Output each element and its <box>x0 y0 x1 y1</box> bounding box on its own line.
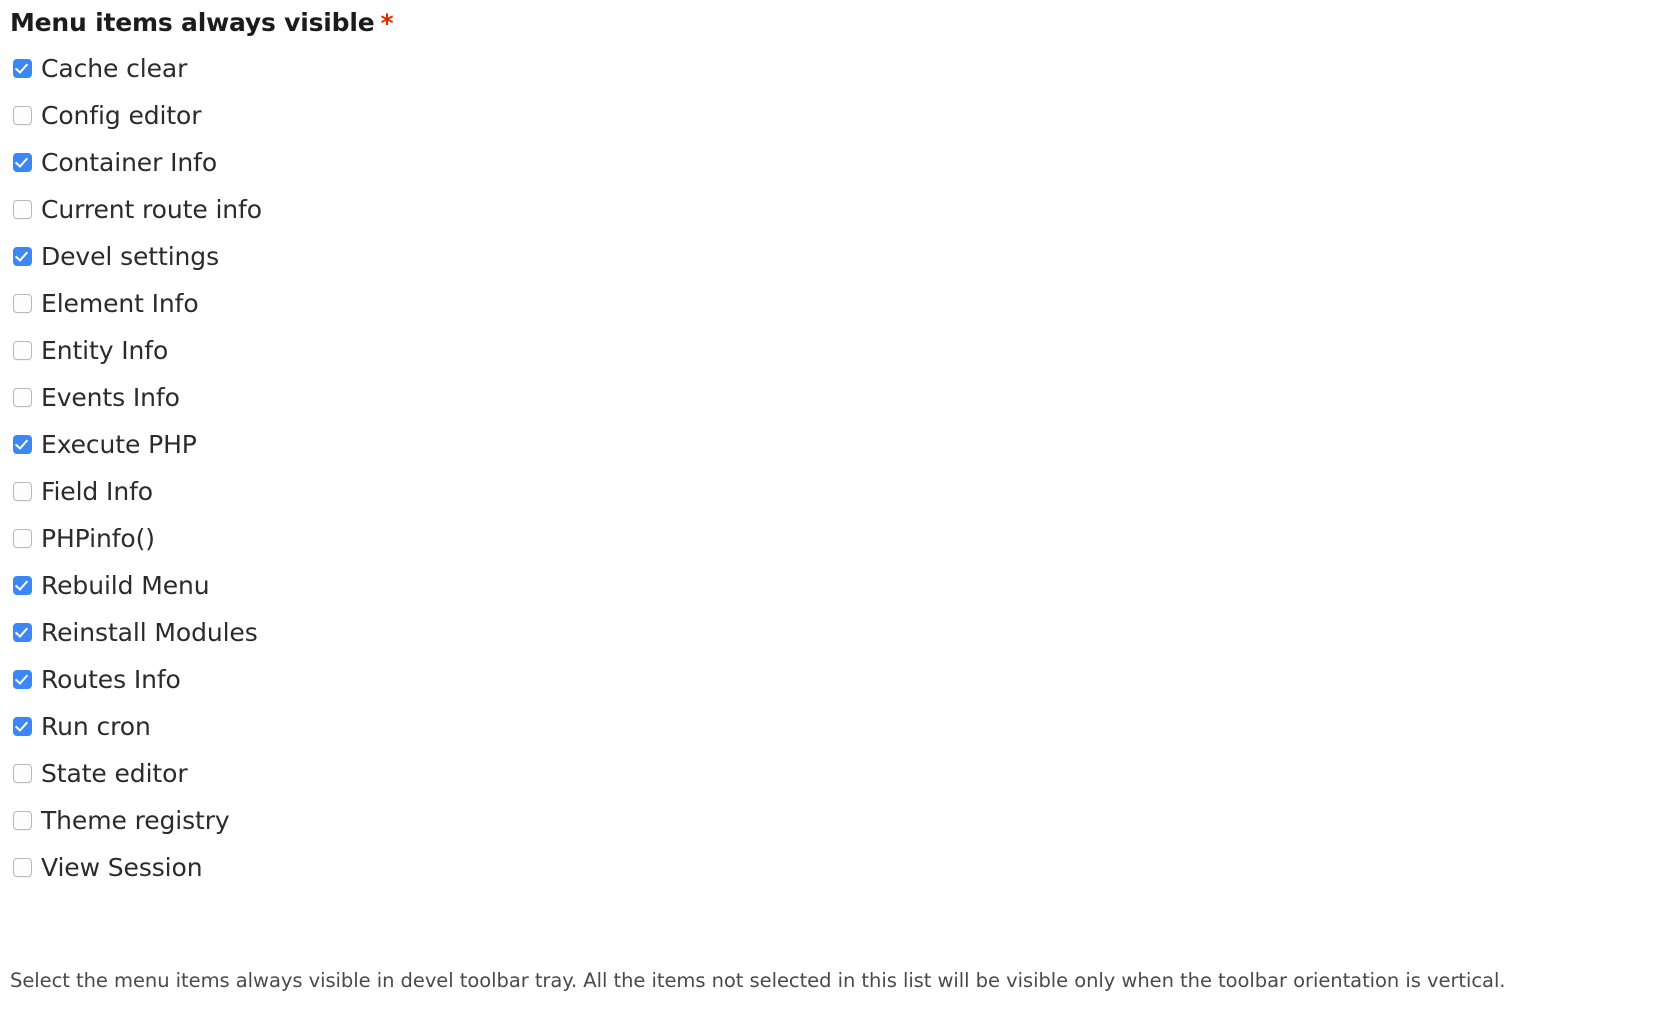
checkbox-label[interactable]: Theme registry <box>41 802 230 840</box>
checkbox-label[interactable]: Events Info <box>41 379 180 417</box>
checkbox-unchecked-icon[interactable] <box>13 388 32 407</box>
checkbox-row[interactable]: Container Info <box>0 144 1680 191</box>
field-label-text: Menu items always visible <box>10 8 375 37</box>
checkbox-unchecked-icon[interactable] <box>13 341 32 360</box>
checkbox-label[interactable]: Config editor <box>41 97 202 135</box>
checkbox-label[interactable]: Container Info <box>41 144 217 182</box>
checkbox-checked-icon[interactable] <box>13 435 32 454</box>
checkbox-label[interactable]: Routes Info <box>41 661 181 699</box>
checkbox-checked-icon[interactable] <box>13 153 32 172</box>
checkbox-label[interactable]: Cache clear <box>41 50 187 88</box>
checkbox-row[interactable]: Current route info <box>0 191 1680 238</box>
checkbox-row[interactable]: Routes Info <box>0 661 1680 708</box>
checkbox-unchecked-icon[interactable] <box>13 482 32 501</box>
checkbox-checked-icon[interactable] <box>13 623 32 642</box>
checkbox-label[interactable]: Entity Info <box>41 332 168 370</box>
checkbox-unchecked-icon[interactable] <box>13 294 32 313</box>
checkbox-label[interactable]: Rebuild Menu <box>41 567 210 605</box>
checkbox-row[interactable]: State editor <box>0 755 1680 802</box>
checkmark-icon <box>14 671 29 685</box>
checkbox-unchecked-icon[interactable] <box>13 764 32 783</box>
checkbox-row[interactable]: Run cron <box>0 708 1680 755</box>
field-label: Menu items always visible * <box>10 8 394 38</box>
checkbox-unchecked-icon[interactable] <box>13 858 32 877</box>
checkbox-label[interactable]: Execute PHP <box>41 426 197 464</box>
checkmark-icon <box>14 718 29 732</box>
checkbox-label[interactable]: State editor <box>41 755 188 793</box>
checkbox-row[interactable]: View Session <box>0 849 1680 896</box>
field-description: Select the menu items always visible in … <box>10 969 1506 992</box>
checkbox-row[interactable]: Events Info <box>0 379 1680 426</box>
checkbox-label[interactable]: Reinstall Modules <box>41 614 258 652</box>
checkbox-unchecked-icon[interactable] <box>13 106 32 125</box>
checkbox-row[interactable]: PHPinfo() <box>0 520 1680 567</box>
checkbox-label[interactable]: Field Info <box>41 473 153 511</box>
checkbox-label[interactable]: Devel settings <box>41 238 219 276</box>
checkbox-unchecked-icon[interactable] <box>13 200 32 219</box>
checkbox-label[interactable]: Element Info <box>41 285 199 323</box>
required-asterisk: * <box>380 9 394 38</box>
checkmark-icon <box>14 436 29 450</box>
checkbox-row[interactable]: Execute PHP <box>0 426 1680 473</box>
checkmark-icon <box>14 248 29 262</box>
checkbox-label[interactable]: Run cron <box>41 708 151 746</box>
checkmark-icon <box>14 577 29 591</box>
checkmark-icon <box>14 154 29 168</box>
checkbox-checked-icon[interactable] <box>13 717 32 736</box>
checkbox-row[interactable]: Field Info <box>0 473 1680 520</box>
checkbox-row[interactable]: Cache clear <box>0 50 1680 97</box>
checkbox-checked-icon[interactable] <box>13 59 32 78</box>
checkbox-label[interactable]: PHPinfo() <box>41 520 155 558</box>
checkbox-label[interactable]: View Session <box>41 849 203 887</box>
checkbox-row[interactable]: Config editor <box>0 97 1680 144</box>
checkbox-checked-icon[interactable] <box>13 576 32 595</box>
checkbox-checked-icon[interactable] <box>13 670 32 689</box>
checkbox-unchecked-icon[interactable] <box>13 529 32 548</box>
checkbox-row[interactable]: Entity Info <box>0 332 1680 379</box>
checkbox-row[interactable]: Rebuild Menu <box>0 567 1680 614</box>
checkbox-label[interactable]: Current route info <box>41 191 262 229</box>
checkbox-checked-icon[interactable] <box>13 247 32 266</box>
checkmark-icon <box>14 60 29 74</box>
checkmark-icon <box>14 624 29 638</box>
checkbox-row[interactable]: Element Info <box>0 285 1680 332</box>
checkbox-row[interactable]: Reinstall Modules <box>0 614 1680 661</box>
checkbox-unchecked-icon[interactable] <box>13 811 32 830</box>
checkbox-row[interactable]: Theme registry <box>0 802 1680 849</box>
checkbox-group: Cache clear Config editor Container Info Cu… <box>0 50 1680 896</box>
checkbox-row[interactable]: Devel settings <box>0 238 1680 285</box>
